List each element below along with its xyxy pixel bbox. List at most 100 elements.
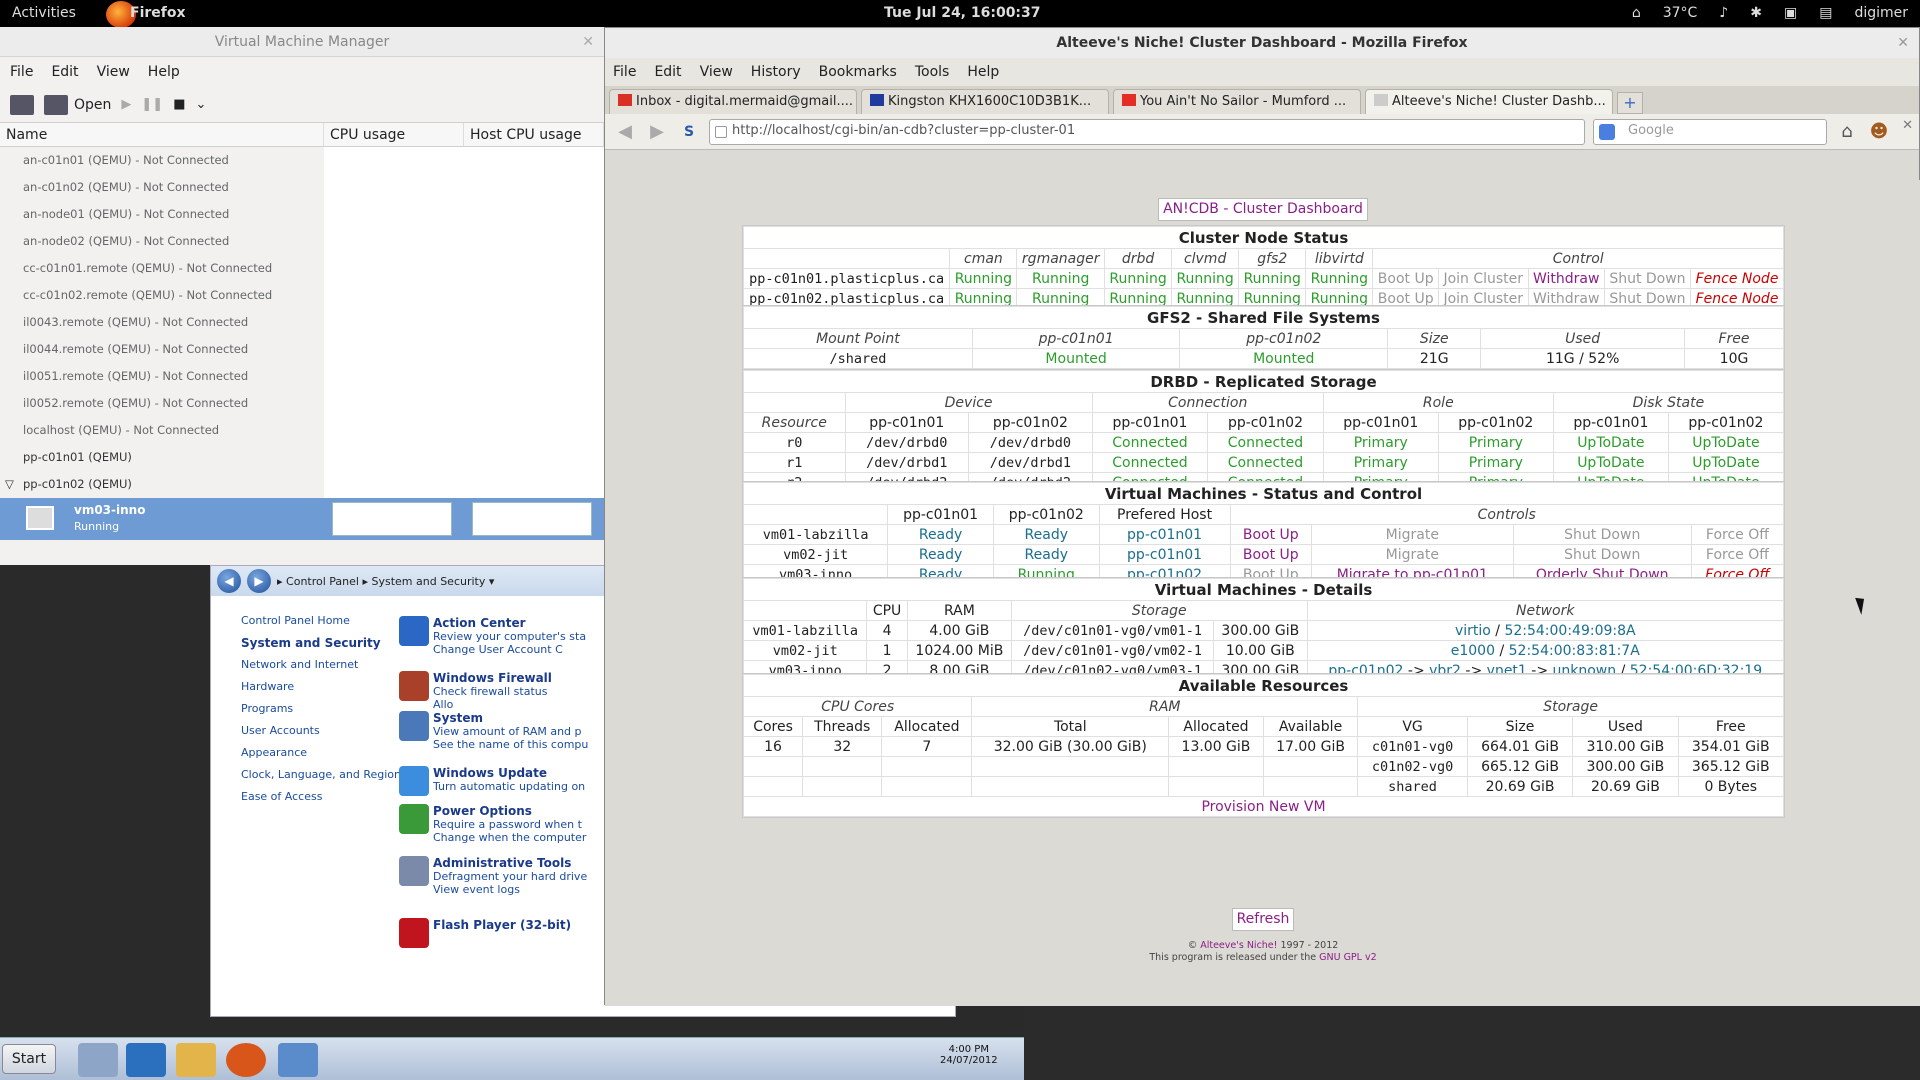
- menu-edit[interactable]: Edit: [654, 64, 681, 80]
- menu-view[interactable]: View: [700, 64, 733, 80]
- cat-system[interactable]: System View amount of RAM and p See the …: [399, 711, 588, 751]
- provision-vm-link[interactable]: Provision New VM: [743, 796, 1784, 817]
- list-item[interactable]: an-node01 (QEMU) - Not Connected: [0, 201, 324, 228]
- col-host-cpu[interactable]: Host CPU usage: [464, 123, 604, 146]
- list-item[interactable]: il0051.remote (QEMU) - Not Connected: [0, 363, 324, 390]
- list-item[interactable]: pp-c01n01 (QEMU): [0, 444, 324, 471]
- withdraw-button[interactable]: Withdraw: [1527, 268, 1605, 289]
- boot-up-button[interactable]: Boot Up: [1229, 524, 1313, 545]
- list-item[interactable]: an-node02 (QEMU) - Not Connected: [0, 228, 324, 255]
- list-item[interactable]: cc-c01n02.remote (QEMU) - Not Connected: [0, 282, 324, 309]
- new-vm-icon[interactable]: [10, 94, 34, 115]
- nav-ease-of-access[interactable]: Ease of Access: [241, 790, 401, 812]
- search-input[interactable]: Google: [1593, 118, 1827, 145]
- fence-node-button[interactable]: Fence Node: [1690, 268, 1784, 289]
- list-item[interactable]: il0043.remote (QEMU) - Not Connected: [0, 309, 324, 336]
- folder-icon[interactable]: [176, 1043, 216, 1077]
- clock[interactable]: Tue Jul 24, 16:00:37: [884, 5, 1041, 21]
- app-menu[interactable]: Firefox: [130, 5, 186, 21]
- url-bar[interactable]: http://localhost/cgi-bin/an-cdb?cluster=…: [709, 118, 1585, 145]
- temperature[interactable]: 37°C: [1663, 5, 1698, 21]
- close-tab-icon[interactable]: ✕: [1902, 118, 1913, 133]
- dashboard-header-button[interactable]: AN!CDB - Cluster Dashboard: [1158, 198, 1368, 221]
- addon-icon[interactable]: S: [677, 120, 701, 144]
- cat-power[interactable]: Power Options Require a password when t …: [399, 804, 586, 844]
- gpl-link[interactable]: GNU GPL v2: [1319, 952, 1377, 963]
- new-tab-button[interactable]: +: [1617, 92, 1643, 114]
- list-item[interactable]: il0052.remote (QEMU) - Not Connected: [0, 390, 324, 417]
- list-item[interactable]: ▽ pp-c01n02 (QEMU): [0, 471, 324, 498]
- selected-vm-row[interactable]: vm03-inno Running: [0, 498, 604, 540]
- forward-icon[interactable]: ▶: [247, 569, 271, 593]
- list-item[interactable]: an-c01n02 (QEMU) - Not Connected: [0, 174, 324, 201]
- google-icon[interactable]: [1599, 123, 1615, 140]
- menu-view[interactable]: View: [97, 64, 130, 80]
- cat-firewall[interactable]: Windows Firewall Check firewall status A…: [399, 671, 552, 711]
- nav-network[interactable]: Network and Internet: [241, 658, 401, 680]
- list-item[interactable]: cc-c01n01.remote (QEMU) - Not Connected: [0, 255, 324, 282]
- play-icon[interactable]: ▶: [121, 97, 131, 112]
- menu-file[interactable]: File: [10, 64, 33, 80]
- chevron-down-icon[interactable]: ⌄: [196, 97, 207, 112]
- breadcrumb[interactable]: ▸ Control Panel ▸ System and Security ▾: [277, 575, 494, 588]
- home-icon[interactable]: ⌂: [1835, 120, 1859, 144]
- menu-help[interactable]: Help: [967, 64, 999, 80]
- powershell-icon[interactable]: [126, 1043, 166, 1077]
- clipboard-icon[interactable]: ▤: [1819, 5, 1832, 21]
- greasemonkey-icon[interactable]: ☻: [1867, 120, 1891, 144]
- pause-icon[interactable]: ❚❚: [141, 97, 163, 112]
- site-identity-icon[interactable]: [715, 125, 727, 138]
- tab-gmail[interactable]: Inbox - digital.mermaid@gmail....: [609, 89, 857, 114]
- cat-flash-player[interactable]: Flash Player (32-bit): [399, 918, 571, 948]
- tab-youtube[interactable]: You Ain't No Sailor - Mumford ...: [1113, 89, 1361, 114]
- boot-up-button[interactable]: Boot Up: [1229, 544, 1313, 565]
- alteeve-link[interactable]: Alteeve's Niche!: [1200, 940, 1277, 951]
- stop-icon[interactable]: ■: [173, 97, 185, 112]
- nav-control-panel-home[interactable]: Control Panel Home: [241, 614, 401, 636]
- close-icon[interactable]: ✕: [1897, 28, 1909, 58]
- col-name[interactable]: Name: [0, 123, 324, 146]
- nav-programs[interactable]: Programs: [241, 702, 401, 724]
- firefox-icon[interactable]: [226, 1043, 266, 1077]
- menu-bookmarks[interactable]: Bookmarks: [819, 64, 897, 80]
- cpu-chart-area: [324, 147, 604, 498]
- tab-dashboard[interactable]: Alteeve's Niche! Cluster Dashb...: [1365, 89, 1613, 114]
- display-icon[interactable]: ▣: [1784, 5, 1797, 21]
- taskbar-clock[interactable]: 4:00 PM 24/07/2012: [940, 1044, 998, 1066]
- back-icon[interactable]: ◀: [613, 120, 637, 144]
- start-button[interactable]: Start: [2, 1044, 56, 1074]
- list-item[interactable]: il0044.remote (QEMU) - Not Connected: [0, 336, 324, 363]
- refresh-button[interactable]: Refresh: [1232, 908, 1294, 931]
- activities-button[interactable]: Activities: [12, 5, 76, 21]
- back-icon[interactable]: ◀: [217, 569, 241, 593]
- col-cpu[interactable]: CPU usage: [324, 123, 464, 146]
- nav-appearance[interactable]: Appearance: [241, 746, 401, 768]
- cat-windows-update[interactable]: Windows Update Turn automatic updating o…: [399, 766, 585, 796]
- volume-icon[interactable]: ♪: [1719, 5, 1728, 21]
- nav-user-accounts[interactable]: User Accounts: [241, 724, 401, 746]
- open-button[interactable]: Open: [44, 94, 111, 115]
- menu-edit[interactable]: Edit: [51, 64, 78, 80]
- nav-hardware[interactable]: Hardware: [241, 680, 401, 702]
- nav-system-security[interactable]: System and Security: [241, 636, 401, 658]
- list-item[interactable]: localhost (QEMU) - Not Connected: [0, 417, 324, 444]
- server-icon[interactable]: [78, 1043, 118, 1077]
- forward-icon[interactable]: ▶: [645, 120, 669, 144]
- nav-clock[interactable]: Clock, Language, and Region: [241, 768, 401, 790]
- network-icon[interactable]: ⌂: [1632, 5, 1641, 21]
- tab-kingston[interactable]: Kingston KHX1600C10D3B1K...: [861, 89, 1109, 114]
- list-item[interactable]: an-c01n01 (QEMU) - Not Connected: [0, 147, 324, 174]
- user-menu[interactable]: digimer: [1854, 5, 1908, 21]
- expander-icon[interactable]: ▽: [5, 471, 14, 498]
- close-icon[interactable]: ✕: [582, 27, 594, 57]
- menu-help[interactable]: Help: [148, 64, 180, 80]
- menu-history[interactable]: History: [751, 64, 801, 80]
- cat-admin-tools[interactable]: Administrative Tools Defragment your har…: [399, 856, 587, 896]
- page-icon: [1374, 94, 1388, 106]
- cat-action-center[interactable]: Action Center Review your computer's sta…: [399, 616, 586, 656]
- firefox-menubar: File Edit View History Bookmarks Tools H…: [605, 58, 1919, 86]
- menu-file[interactable]: File: [613, 64, 636, 80]
- menu-tools[interactable]: Tools: [915, 64, 950, 80]
- control-panel-icon[interactable]: [278, 1043, 318, 1077]
- bluetooth-icon[interactable]: ✱: [1750, 5, 1762, 21]
